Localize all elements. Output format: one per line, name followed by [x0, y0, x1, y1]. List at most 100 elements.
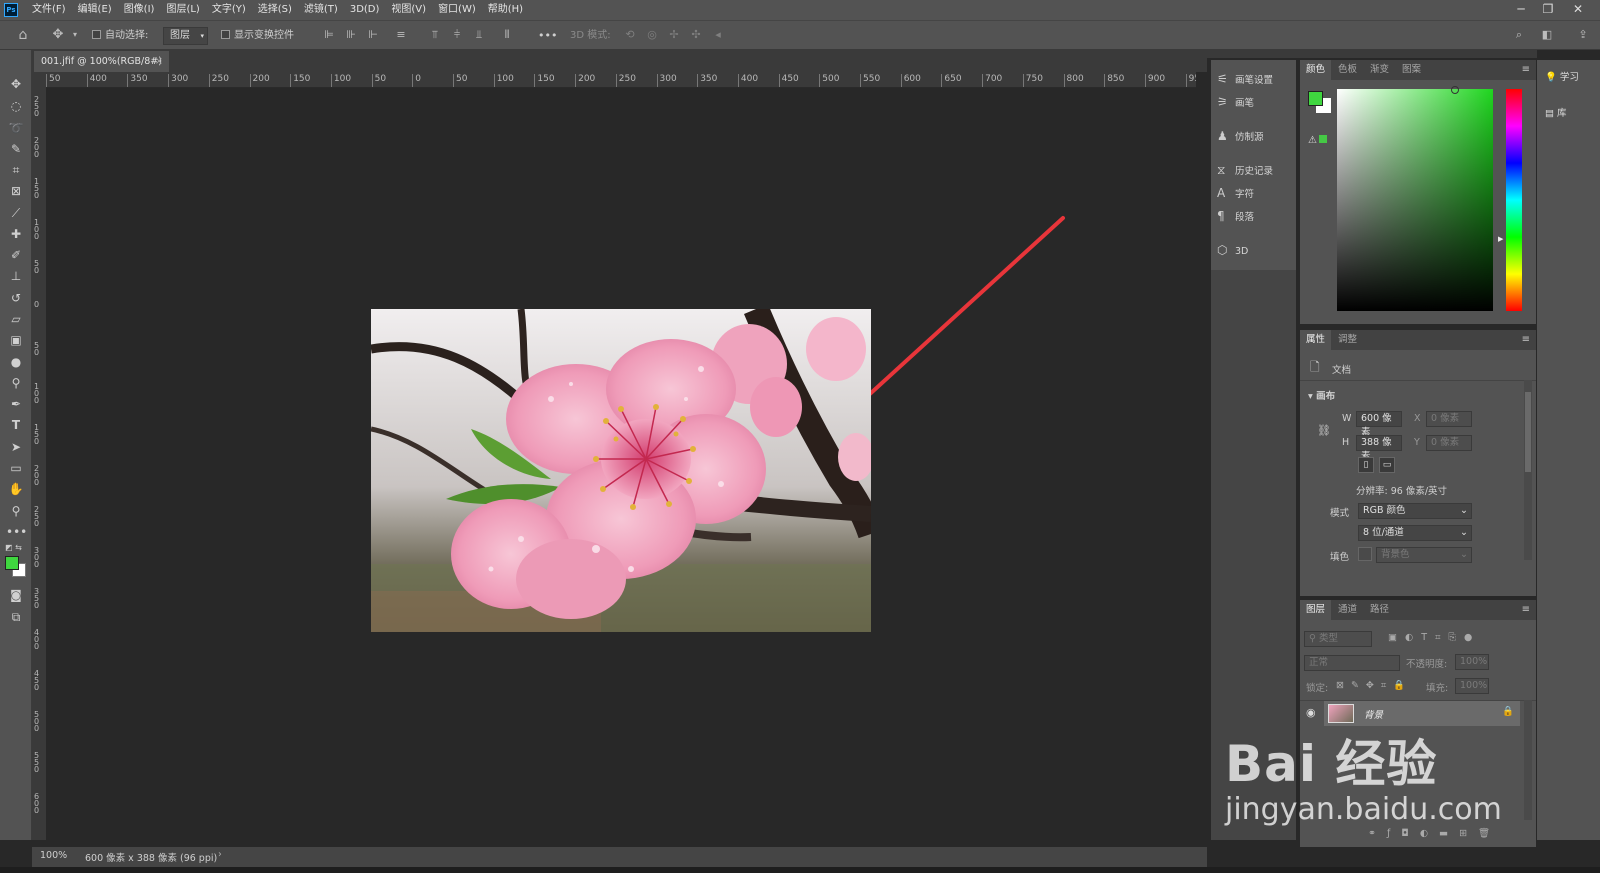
dodge-tool-icon[interactable]: ⚲ — [6, 374, 26, 392]
auto-select-checkbox[interactable]: 自动选择: — [92, 27, 148, 45]
brush-tool-icon[interactable]: ✐ — [6, 246, 26, 264]
tab-swatches[interactable]: 色板 — [1332, 60, 1363, 80]
lock-icons[interactable]: ⊠✎✥⌗🔒 — [1336, 680, 1412, 691]
color-picker-handle[interactable] — [1451, 86, 1459, 94]
default-colors-icon[interactable]: ◩ ⇆ — [5, 543, 22, 552]
fill-opacity-field[interactable]: 100% — [1455, 678, 1489, 694]
panel-menu-icon[interactable]: ≡ — [1522, 604, 1530, 615]
menu-image[interactable]: 图像(I) — [118, 0, 161, 20]
menu-select[interactable]: 选择(S) — [252, 0, 298, 20]
portrait-orientation-icon[interactable]: ▯ — [1358, 457, 1374, 473]
ruler-origin[interactable] — [32, 72, 46, 88]
type-tool-icon[interactable]: T — [6, 416, 26, 434]
auto-select-target-dropdown[interactable]: 图层 ▾ — [163, 27, 208, 45]
y-field[interactable]: 0 像素 — [1426, 435, 1472, 451]
align-center-icon[interactable]: ⊪ — [344, 28, 358, 42]
dock-history[interactable]: ⧖ 历史记录 — [1217, 160, 1292, 180]
opacity-field[interactable]: 100% — [1455, 654, 1489, 670]
menu-help[interactable]: 帮助(H) — [482, 0, 529, 20]
3d-slide-icon[interactable]: ✣ — [689, 28, 703, 42]
3d-orbit-icon[interactable]: ⟲ — [623, 28, 637, 42]
dock-brush-settings[interactable]: ⚟ 画笔设置 — [1217, 69, 1292, 89]
layer-row[interactable]: 背景 🔒 — [1324, 701, 1520, 726]
horizontal-ruler[interactable]: 50 400 350 300 250 200 150 100 50 0 50 100 150 200 250… — [46, 72, 1196, 88]
minimize-icon[interactable]: ─ — [1509, 0, 1533, 20]
show-transform-checkbox[interactable]: 显示变换控件 — [221, 27, 294, 45]
menu-window[interactable]: 窗口(W) — [432, 0, 482, 20]
hue-slider[interactable] — [1506, 89, 1522, 311]
width-field[interactable]: 600 像素 — [1356, 411, 1402, 438]
fill-dropdown[interactable]: 背景色 ⌄ — [1376, 547, 1472, 563]
align-right-icon[interactable]: ⊩ — [366, 28, 380, 42]
quick-mask-icon[interactable]: ◙ — [6, 586, 26, 604]
menu-edit[interactable]: 编辑(E) — [72, 0, 118, 20]
align-top-icon[interactable]: ⫪ — [428, 28, 442, 42]
menu-type[interactable]: 文字(Y) — [206, 0, 252, 20]
menu-view[interactable]: 视图(V) — [385, 0, 432, 20]
3d-pan-icon[interactable]: ✢ — [667, 28, 681, 42]
dock-paragraph[interactable]: ¶ 段落 — [1217, 206, 1292, 226]
workspace-icon[interactable]: ◧ — [1540, 28, 1554, 42]
chevron-down-icon[interactable]: ▾ — [68, 28, 82, 42]
tab-gradients[interactable]: 渐变 — [1364, 60, 1395, 80]
distribute-horizontal-icon[interactable]: ⦀ — [500, 28, 514, 42]
dock-character[interactable]: A 字符 — [1217, 183, 1292, 203]
menu-layer[interactable]: 图层(L) — [160, 0, 205, 20]
history-brush-tool-icon[interactable]: ↺ — [6, 289, 26, 307]
3d-roll-icon[interactable]: ◎ — [645, 28, 659, 42]
document-image[interactable] — [371, 309, 871, 632]
path-select-tool-icon[interactable]: ➤ — [6, 438, 26, 456]
tab-patterns[interactable]: 图案 — [1396, 60, 1427, 80]
align-bottom-icon[interactable]: ⫫ — [472, 28, 486, 42]
x-field[interactable]: 0 像素 — [1426, 411, 1472, 427]
zoom-level[interactable]: 100% — [40, 850, 67, 861]
lock-icon[interactable]: 🔒 — [1502, 706, 1514, 717]
close-tab-icon[interactable]: × — [155, 51, 163, 72]
eye-icon[interactable]: ◉ — [1306, 706, 1316, 719]
tab-adjustments[interactable]: 调整 — [1332, 330, 1363, 350]
foreground-color-swatch[interactable] — [1308, 91, 1323, 106]
zoom-tool-icon[interactable]: ⚲ — [6, 502, 26, 520]
rectangle-tool-icon[interactable]: ▭ — [6, 459, 26, 477]
pen-tool-icon[interactable]: ✒ — [6, 395, 26, 413]
tab-channels[interactable]: 通道 — [1332, 600, 1363, 620]
align-middle-icon[interactable]: ⫩ — [450, 28, 464, 42]
out-of-gamut-warning-icon[interactable]: ⚠ — [1308, 135, 1327, 146]
hue-slider-handle[interactable]: ▶ — [1498, 235, 1503, 243]
share-icon[interactable]: ⇪ — [1576, 28, 1590, 42]
tab-layers[interactable]: 图层 — [1300, 600, 1332, 620]
tab-color[interactable]: 颜色 — [1300, 60, 1332, 80]
screen-mode-icon[interactable]: ⧉ — [6, 608, 26, 626]
link-icon[interactable]: ⛓ — [1317, 424, 1331, 437]
vertical-ruler[interactable]: 250 200 150 100 50 0 50 100 150 200 250 300 350 400 45… — [32, 88, 46, 840]
dock-clone-source[interactable]: ♟ 仿制源 — [1217, 126, 1292, 146]
document-tab[interactable]: 001.jfif @ 100%(RGB/8#) × — [34, 51, 169, 72]
close-icon[interactable]: ✕ — [1566, 0, 1590, 20]
height-field[interactable]: 388 像素 — [1356, 435, 1402, 462]
blend-mode-dropdown[interactable]: 正常 — [1304, 655, 1400, 671]
move-tool-icon[interactable]: ✥ — [6, 75, 26, 93]
chevron-right-icon[interactable]: › — [218, 849, 222, 860]
layer-filter-dropdown[interactable]: ⚲ 类型 — [1304, 631, 1372, 647]
landscape-orientation-icon[interactable]: ▭ — [1379, 457, 1395, 473]
eyedropper-tool-icon[interactable]: ⟋ — [6, 204, 26, 222]
home-icon[interactable]: ⌂ — [16, 28, 30, 42]
layer-filter-icons[interactable]: ▣◐T⌗⎘● — [1388, 632, 1480, 643]
quick-select-tool-icon[interactable]: ✎ — [6, 140, 26, 158]
blur-tool-icon[interactable]: ● — [6, 353, 26, 371]
healing-brush-tool-icon[interactable]: ✚ — [6, 225, 26, 243]
learn-item[interactable]: 💡 学习 — [1545, 69, 1579, 83]
fill-swatch[interactable] — [1358, 547, 1372, 561]
search-icon[interactable]: ⌕ — [1512, 28, 1526, 42]
tab-properties[interactable]: 属性 — [1300, 330, 1332, 350]
lasso-tool-icon[interactable]: ➰ — [6, 119, 26, 137]
color-mode-dropdown[interactable]: RGB 颜色 ⌄ — [1358, 503, 1472, 519]
bit-depth-dropdown[interactable]: 8 位/通道 ⌄ — [1358, 525, 1472, 541]
panel-menu-icon[interactable]: ≡ — [1522, 334, 1530, 345]
menu-filter[interactable]: 滤镜(T) — [298, 0, 344, 20]
clone-stamp-tool-icon[interactable]: ⊥ — [6, 267, 26, 285]
menu-file[interactable]: 文件(F) — [26, 0, 72, 20]
restore-icon[interactable]: ❐ — [1536, 0, 1560, 20]
tab-paths[interactable]: 路径 — [1364, 600, 1395, 620]
move-tool-icon[interactable]: ✥ — [51, 28, 65, 42]
